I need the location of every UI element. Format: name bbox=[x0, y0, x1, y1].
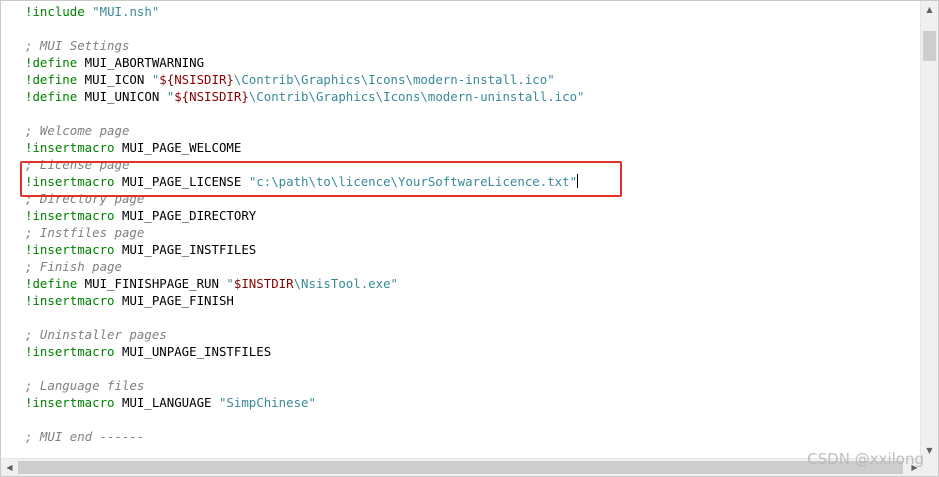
code-token: ; Directory page bbox=[25, 191, 145, 206]
code-token: MUI_UNICON bbox=[77, 89, 167, 104]
code-line[interactable] bbox=[25, 20, 917, 37]
code-area[interactable]: !include "MUI.nsh" ; MUI Settings !define… bbox=[25, 3, 917, 445]
code-line[interactable] bbox=[25, 411, 917, 428]
code-token: !include bbox=[25, 4, 85, 19]
code-token: MUI_UNPAGE_INSTFILES bbox=[114, 344, 272, 359]
code-token: MUI_PAGE_WELCOME bbox=[114, 140, 242, 155]
horizontal-scroll-thumb[interactable] bbox=[18, 461, 903, 474]
code-line[interactable]: !define MUI_FINISHPAGE_RUN "$INSTDIR\Nsi… bbox=[25, 275, 917, 292]
code-token: MUI_PAGE_DIRECTORY bbox=[114, 208, 257, 223]
code-token: ; Language files bbox=[25, 378, 145, 393]
code-line[interactable]: ; Directory page bbox=[25, 190, 917, 207]
code-line[interactable]: ; Welcome page bbox=[25, 122, 917, 139]
code-line[interactable] bbox=[25, 105, 917, 122]
code-line[interactable]: !insertmacro MUI_LANGUAGE "SimpChinese" bbox=[25, 394, 917, 411]
code-token: MUI_PAGE_FINISH bbox=[114, 293, 234, 308]
code-line[interactable]: !insertmacro MUI_PAGE_WELCOME bbox=[25, 139, 917, 156]
text-caret bbox=[577, 174, 579, 188]
code-token: !insertmacro bbox=[25, 140, 115, 155]
code-token: ; Finish page bbox=[25, 259, 122, 274]
code-token: " bbox=[226, 276, 234, 291]
code-token: $INSTDIR bbox=[233, 276, 294, 291]
code-token: MUI_FINISHPAGE_RUN bbox=[77, 276, 227, 291]
code-line[interactable]: !include "MUI.nsh" bbox=[25, 3, 917, 20]
code-line[interactable] bbox=[25, 360, 917, 377]
vertical-scroll-thumb[interactable] bbox=[923, 31, 936, 61]
code-line[interactable]: ; License page bbox=[25, 156, 917, 173]
code-line[interactable]: ; MUI end ------ bbox=[25, 428, 917, 445]
code-editor[interactable]: !include "MUI.nsh" ; MUI Settings !define… bbox=[0, 0, 939, 477]
code-token: \Contrib\Graphics\Icons\modern-install.i… bbox=[233, 72, 555, 87]
code-token: MUI_PAGE_INSTFILES bbox=[114, 242, 257, 257]
code-line[interactable] bbox=[25, 309, 917, 326]
code-token: ; Uninstaller pages bbox=[25, 327, 167, 342]
code-line[interactable]: !insertmacro MUI_UNPAGE_INSTFILES bbox=[25, 343, 917, 360]
horizontal-scrollbar[interactable]: ◀ ▶ bbox=[1, 458, 923, 476]
code-token: !insertmacro bbox=[25, 293, 115, 308]
code-token: \Contrib\Graphics\Icons\modern-uninstall… bbox=[248, 89, 585, 104]
code-token: "MUI.nsh" bbox=[92, 4, 160, 19]
code-token: !define bbox=[25, 55, 78, 70]
code-line[interactable]: !insertmacro MUI_PAGE_DIRECTORY bbox=[25, 207, 917, 224]
code-token: ; License page bbox=[25, 157, 130, 172]
code-token: !insertmacro bbox=[25, 208, 115, 223]
code-line[interactable]: !insertmacro MUI_PAGE_LICENSE "c:\path\t… bbox=[25, 173, 917, 190]
code-token: !insertmacro bbox=[25, 395, 115, 410]
code-token: ; MUI end ------ bbox=[25, 429, 145, 444]
code-token: !define bbox=[25, 89, 78, 104]
code-token: "SimpChinese" bbox=[218, 395, 316, 410]
code-line[interactable]: !insertmacro MUI_PAGE_FINISH bbox=[25, 292, 917, 309]
chevron-left-icon[interactable]: ◀ bbox=[1, 459, 18, 476]
code-token: ${NSISDIR} bbox=[174, 89, 249, 104]
code-token: !insertmacro bbox=[25, 174, 115, 189]
code-token: ; Welcome page bbox=[25, 123, 130, 138]
chevron-up-icon[interactable]: ▲ bbox=[921, 1, 938, 18]
code-token: !insertmacro bbox=[25, 344, 115, 359]
code-token: !define bbox=[25, 72, 78, 87]
code-token: !insertmacro bbox=[25, 242, 115, 257]
vertical-scrollbar[interactable]: ▲ ▼ bbox=[920, 1, 938, 459]
code-line[interactable]: ; MUI Settings bbox=[25, 37, 917, 54]
code-token: ; MUI Settings bbox=[25, 38, 130, 53]
code-line[interactable]: !insertmacro MUI_PAGE_INSTFILES bbox=[25, 241, 917, 258]
code-line[interactable]: ; Language files bbox=[25, 377, 917, 394]
watermark: CSDN @xxilong bbox=[807, 450, 924, 468]
code-token: "c:\path\to\licence\YourSoftwareLicence.… bbox=[248, 174, 578, 189]
code-token: MUI_PAGE_LICENSE bbox=[114, 174, 249, 189]
code-token: ${NSISDIR} bbox=[159, 72, 234, 87]
code-line[interactable]: ; Instfiles page bbox=[25, 224, 917, 241]
code-token: \NsisTool.exe" bbox=[293, 276, 399, 291]
code-token: ; Instfiles page bbox=[25, 225, 145, 240]
code-line[interactable]: !define MUI_ABORTWARNING bbox=[25, 54, 917, 71]
code-token: MUI_LANGUAGE bbox=[114, 395, 219, 410]
code-line[interactable]: !define MUI_UNICON "${NSISDIR}\Contrib\G… bbox=[25, 88, 917, 105]
code-token: MUI_ICON bbox=[77, 72, 152, 87]
code-line[interactable]: ; Finish page bbox=[25, 258, 917, 275]
code-line[interactable]: !define MUI_ICON "${NSISDIR}\Contrib\Gra… bbox=[25, 71, 917, 88]
code-token: MUI_ABORTWARNING bbox=[77, 55, 205, 70]
code-line[interactable]: ; Uninstaller pages bbox=[25, 326, 917, 343]
code-token: !define bbox=[25, 276, 78, 291]
